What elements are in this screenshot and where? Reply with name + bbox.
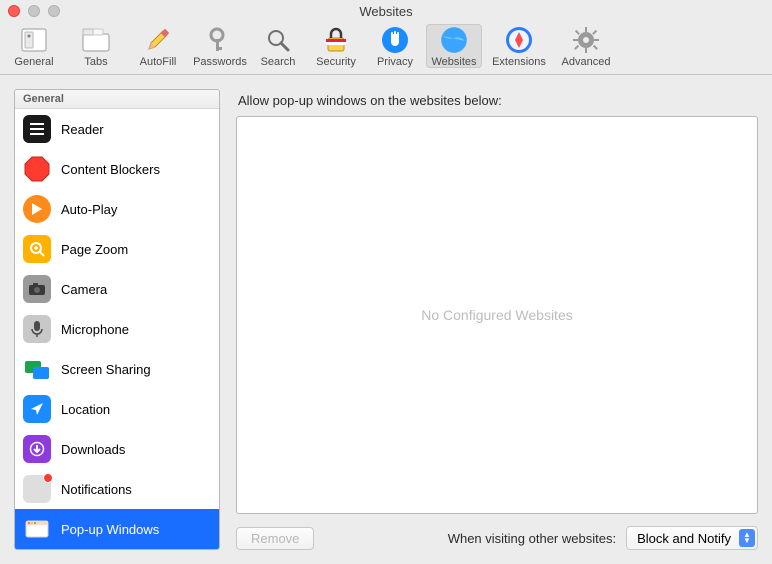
sidebar-item-label: Auto-Play bbox=[61, 202, 117, 217]
other-websites-select[interactable]: Block and Notify ▲▼ bbox=[626, 526, 758, 550]
sidebar-item-auto-play[interactable]: Auto-Play bbox=[15, 189, 219, 229]
key-icon bbox=[206, 26, 234, 54]
sidebar-item-page-zoom[interactable]: Page Zoom bbox=[15, 229, 219, 269]
window-traffic-lights bbox=[8, 5, 60, 17]
stop-icon bbox=[23, 155, 51, 183]
gear-icon bbox=[572, 26, 600, 54]
sidebar-item-content-blockers[interactable]: Content Blockers bbox=[15, 149, 219, 189]
search-icon bbox=[264, 26, 292, 54]
sidebar-item-reader[interactable]: Reader bbox=[15, 109, 219, 149]
sidebar-item-notifications[interactable]: Notifications bbox=[15, 469, 219, 509]
sidebar-item-label: Microphone bbox=[61, 322, 129, 337]
toolbar-tab-general[interactable]: General bbox=[6, 24, 62, 68]
close-window-button[interactable] bbox=[8, 5, 20, 17]
maximize-window-button[interactable] bbox=[48, 5, 60, 17]
sidebar-item-popup-windows[interactable]: Pop-up Windows bbox=[15, 509, 219, 549]
toolbar-tab-advanced[interactable]: Advanced bbox=[556, 24, 616, 68]
lock-icon bbox=[322, 26, 350, 54]
sidebar-item-label: Notifications bbox=[61, 482, 132, 497]
toolbar-label: Advanced bbox=[562, 56, 611, 68]
sidebar-item-label: Pop-up Windows bbox=[61, 522, 159, 537]
screen-sharing-icon bbox=[23, 355, 51, 383]
toolbar-tab-privacy[interactable]: Privacy bbox=[370, 24, 420, 68]
main-panel: Allow pop-up windows on the websites bel… bbox=[236, 89, 758, 550]
download-icon bbox=[23, 435, 51, 463]
toolbar-label: Websites bbox=[431, 56, 476, 68]
reader-icon bbox=[23, 115, 51, 143]
sidebar-item-label: Content Blockers bbox=[61, 162, 160, 177]
location-icon bbox=[23, 395, 51, 423]
sidebar-item-label: Location bbox=[61, 402, 110, 417]
website-list[interactable]: No Configured Websites bbox=[236, 116, 758, 514]
preferences-window: Websites General Tabs AutoFill Passwords bbox=[0, 0, 772, 564]
toolbar-label: Extensions bbox=[492, 56, 546, 68]
sidebar-item-camera[interactable]: Camera bbox=[15, 269, 219, 309]
toolbar-label: Security bbox=[316, 56, 356, 68]
hand-icon bbox=[381, 26, 409, 54]
toolbar-tab-extensions[interactable]: Extensions bbox=[488, 24, 550, 68]
footer-controls: Remove When visiting other websites: Blo… bbox=[236, 526, 758, 550]
preferences-toolbar: General Tabs AutoFill Passwords Search bbox=[0, 22, 772, 75]
other-websites-label: When visiting other websites: bbox=[448, 531, 616, 546]
toolbar-label: Tabs bbox=[84, 56, 107, 68]
popup-window-icon bbox=[23, 515, 51, 543]
sidebar-item-microphone[interactable]: Microphone bbox=[15, 309, 219, 349]
camera-icon bbox=[23, 275, 51, 303]
toolbar-tab-search[interactable]: Search bbox=[254, 24, 302, 68]
minimize-window-button[interactable] bbox=[28, 5, 40, 17]
sidebar-item-label: Page Zoom bbox=[61, 242, 128, 257]
microphone-icon bbox=[23, 315, 51, 343]
select-stepper-icon: ▲▼ bbox=[739, 529, 755, 547]
content-area: General Reader Content Blockers bbox=[0, 75, 772, 564]
sidebar-item-label: Screen Sharing bbox=[61, 362, 151, 377]
toolbar-tab-autofill[interactable]: AutoFill bbox=[130, 24, 186, 68]
select-value: Block and Notify bbox=[637, 531, 731, 546]
toolbar-tab-passwords[interactable]: Passwords bbox=[192, 24, 248, 68]
globe-icon bbox=[440, 26, 468, 54]
toolbar-label: General bbox=[14, 56, 53, 68]
sidebar-item-downloads[interactable]: Downloads bbox=[15, 429, 219, 469]
compass-icon bbox=[505, 26, 533, 54]
play-icon bbox=[23, 195, 51, 223]
window-titlebar: Websites bbox=[0, 0, 772, 22]
sidebar-section-header: General bbox=[15, 90, 219, 109]
toolbar-label: Passwords bbox=[193, 56, 247, 68]
sidebar-item-label: Downloads bbox=[61, 442, 125, 457]
window-title: Websites bbox=[0, 4, 772, 19]
toolbar-tab-tabs[interactable]: Tabs bbox=[68, 24, 124, 68]
main-heading: Allow pop-up windows on the websites bel… bbox=[238, 93, 758, 108]
toolbar-label: Search bbox=[261, 56, 296, 68]
tabs-icon bbox=[82, 26, 110, 54]
zoom-icon bbox=[23, 235, 51, 263]
sidebar-item-screen-sharing[interactable]: Screen Sharing bbox=[15, 349, 219, 389]
sidebar-item-label: Reader bbox=[61, 122, 104, 137]
sidebar-item-label: Camera bbox=[61, 282, 107, 297]
toolbar-label: Privacy bbox=[377, 56, 413, 68]
pencil-icon bbox=[144, 26, 172, 54]
toolbar-tab-websites[interactable]: Websites bbox=[426, 24, 482, 68]
sidebar: General Reader Content Blockers bbox=[14, 89, 220, 550]
sidebar-list: Reader Content Blockers Auto-Play bbox=[15, 109, 219, 549]
sidebar-item-location[interactable]: Location bbox=[15, 389, 219, 429]
notifications-icon bbox=[23, 475, 51, 503]
remove-button[interactable]: Remove bbox=[236, 527, 314, 550]
switch-icon bbox=[20, 26, 48, 54]
empty-placeholder: No Configured Websites bbox=[421, 307, 572, 323]
toolbar-tab-security[interactable]: Security bbox=[308, 24, 364, 68]
toolbar-label: AutoFill bbox=[140, 56, 177, 68]
